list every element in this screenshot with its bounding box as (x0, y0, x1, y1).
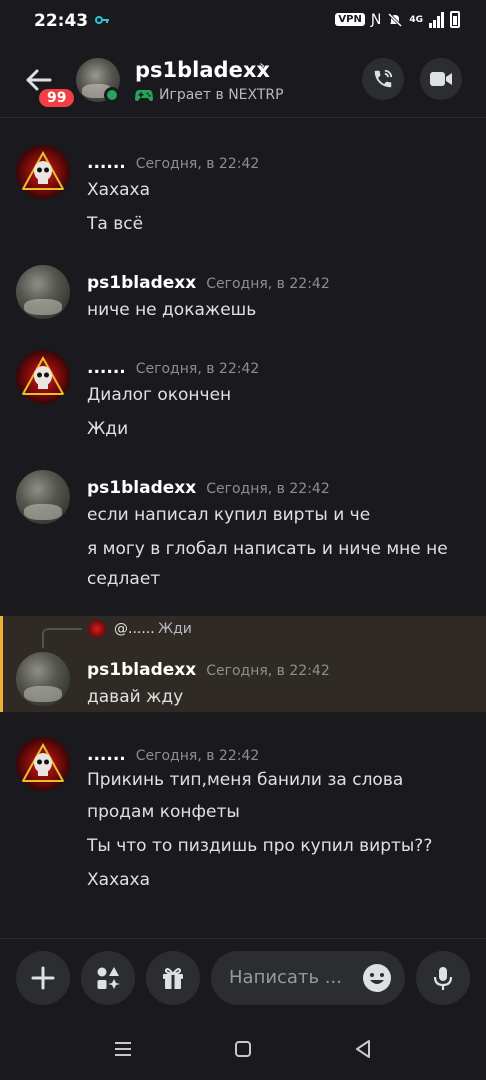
emoji-icon[interactable] (361, 962, 393, 994)
reply-connector (42, 628, 82, 648)
message-text: Ты что то пиздишь про купил вирты?? (87, 836, 433, 856)
apps-icon (97, 967, 120, 989)
message-text: я могу в глобал написать и ниче мне не (87, 539, 448, 559)
skull-avatar-image (21, 150, 65, 190)
reply-preview-text[interactable]: Жди (158, 621, 192, 637)
avatar[interactable] (16, 350, 70, 404)
status-bar: 22:43 VPN Ɲ 4G (0, 0, 486, 44)
message-text: Диалог окончен (87, 385, 232, 405)
message-composer: Написать ... (0, 938, 486, 1018)
message-text: седлает (87, 569, 161, 589)
message-text: Та всё (87, 214, 144, 234)
message-text: Жди (87, 419, 129, 439)
gamepad-icon (135, 90, 153, 101)
gift-button[interactable] (146, 951, 200, 1005)
reply-avatar (88, 620, 106, 638)
chevron-right-icon[interactable]: › (259, 56, 265, 75)
message-timestamp: Сегодня, в 22:42 (206, 276, 330, 292)
message-timestamp: Сегодня, в 22:42 (206, 481, 330, 497)
signal-icon (429, 11, 444, 28)
message-author[interactable]: ps1bladexx (87, 273, 196, 293)
avatar[interactable] (16, 470, 70, 524)
message-author[interactable]: ps1bladexx (87, 478, 196, 498)
message-text: Хахаха (87, 870, 151, 890)
message-author[interactable]: ...... (87, 745, 126, 765)
message-text: Хахаха (87, 180, 151, 200)
message-author[interactable]: ps1bladexx (87, 660, 196, 680)
mute-bell-icon (388, 12, 403, 27)
add-attachment-button[interactable] (16, 951, 70, 1005)
message-timestamp: Сегодня, в 22:42 (135, 748, 260, 764)
vpn-badge: VPN (335, 13, 365, 26)
home-button[interactable] (230, 1036, 256, 1062)
home-square-icon (235, 1041, 251, 1057)
chat-header: 99 ps1bladexx › Играет в NEXTRP (0, 44, 486, 118)
avatar[interactable] (16, 737, 70, 791)
activity-status: Играет в NEXTRP (135, 87, 284, 103)
nfc-icon: Ɲ (370, 11, 382, 28)
vpn-key-icon (95, 16, 109, 24)
menu-icon (115, 1042, 131, 1056)
system-navigation-bar (0, 1018, 486, 1080)
video-call-button[interactable] (420, 58, 462, 100)
contact-name[interactable]: ps1bladexx (135, 58, 270, 82)
avatar[interactable] (16, 652, 70, 706)
online-status-indicator (104, 87, 120, 103)
message-timestamp: Сегодня, в 22:42 (135, 361, 260, 377)
activity-text: Играет в NEXTRP (159, 87, 284, 103)
recent-apps-button[interactable] (110, 1036, 136, 1062)
unread-badge: 99 (36, 86, 78, 110)
skull-avatar-image (21, 742, 65, 782)
message-timestamp: Сегодня, в 22:42 (135, 156, 260, 172)
avatar[interactable] (16, 145, 70, 199)
message-text: Прикинь тип,меня банили за слова (87, 770, 404, 790)
message-author[interactable]: ...... (87, 358, 126, 378)
status-time: 22:43 (34, 11, 89, 31)
message-input[interactable]: Написать ... (211, 951, 405, 1005)
triangle-back-icon (356, 1040, 370, 1058)
microphone-icon (433, 967, 453, 990)
message-text: продам конфеты (87, 802, 240, 822)
message-text: если написал купил вирты и че (87, 505, 371, 525)
voice-call-button[interactable] (362, 58, 404, 100)
gift-icon (163, 968, 183, 989)
message-input-placeholder: Написать ... (229, 967, 342, 988)
avatar[interactable] (16, 265, 70, 319)
reply-author[interactable]: @...... (114, 621, 155, 637)
apps-button[interactable] (81, 951, 135, 1005)
message-text: давай жду (87, 687, 184, 707)
video-camera-icon (430, 72, 452, 86)
battery-icon (450, 11, 460, 28)
system-back-button[interactable] (350, 1036, 376, 1062)
message-text: ниче не докажешь (87, 300, 257, 320)
phone-icon (374, 69, 393, 88)
network-type: 4G (409, 14, 423, 25)
skull-avatar-image (21, 355, 65, 395)
voice-message-button[interactable] (416, 951, 470, 1005)
message-author[interactable]: ...... (87, 153, 126, 173)
plus-icon (31, 966, 55, 990)
message-timestamp: Сегодня, в 22:42 (206, 663, 330, 679)
